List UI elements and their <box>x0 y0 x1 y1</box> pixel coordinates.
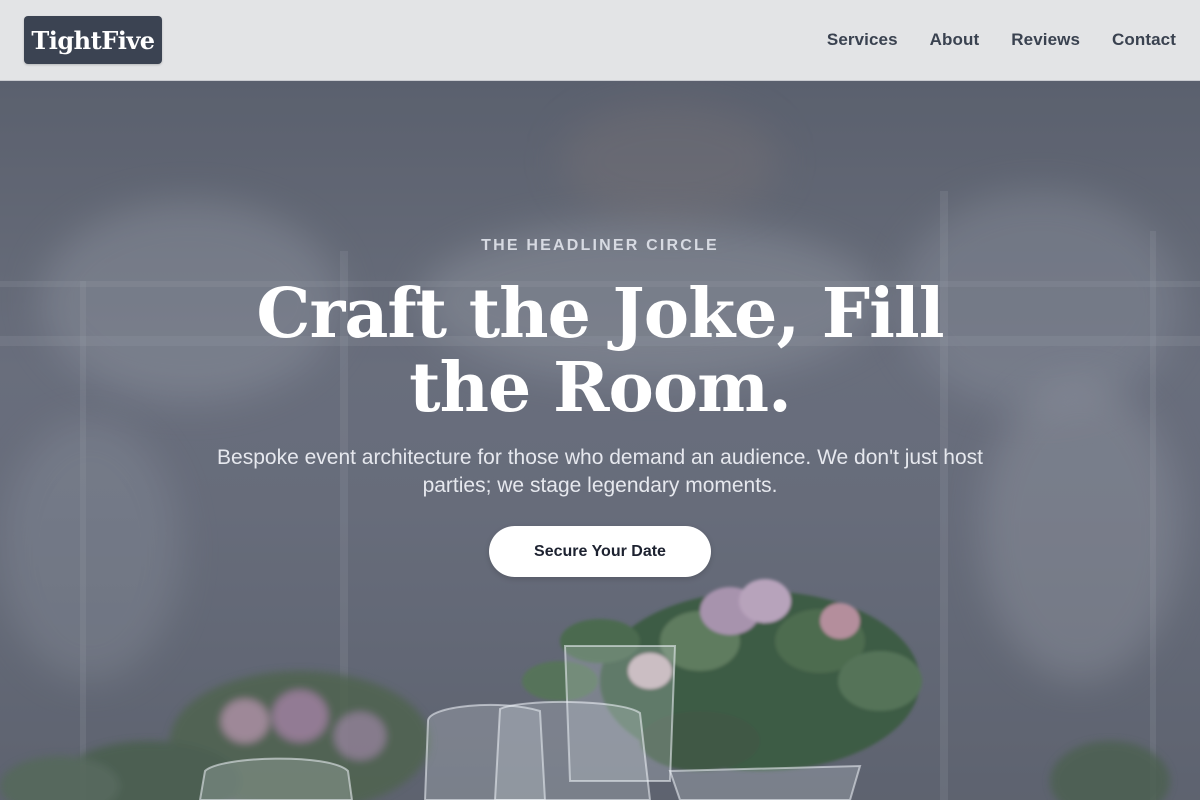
nav-item-contact[interactable]: Contact <box>1112 30 1176 50</box>
brand-logo[interactable]: TightFive <box>24 16 162 64</box>
hero-eyebrow: THE HEADLINER CIRCLE <box>481 237 719 254</box>
site-header: TightFive Services About Reviews Contact <box>0 0 1200 81</box>
table-decor-image <box>0 579 1170 800</box>
hero-headline: Craft the Joke, Fill the Room. <box>256 274 944 428</box>
secure-date-button[interactable]: Secure Your Date <box>489 526 711 577</box>
nav-item-about[interactable]: About <box>930 30 980 50</box>
hero-subtext: Bespoke event architecture for those who… <box>217 446 983 497</box>
nav-item-services[interactable]: Services <box>827 30 898 50</box>
nav-item-reviews[interactable]: Reviews <box>1011 30 1080 50</box>
hero-section: THE HEADLINER CIRCLE Craft the Joke, Fil… <box>0 81 1200 800</box>
main-nav: Services About Reviews Contact <box>827 30 1176 50</box>
